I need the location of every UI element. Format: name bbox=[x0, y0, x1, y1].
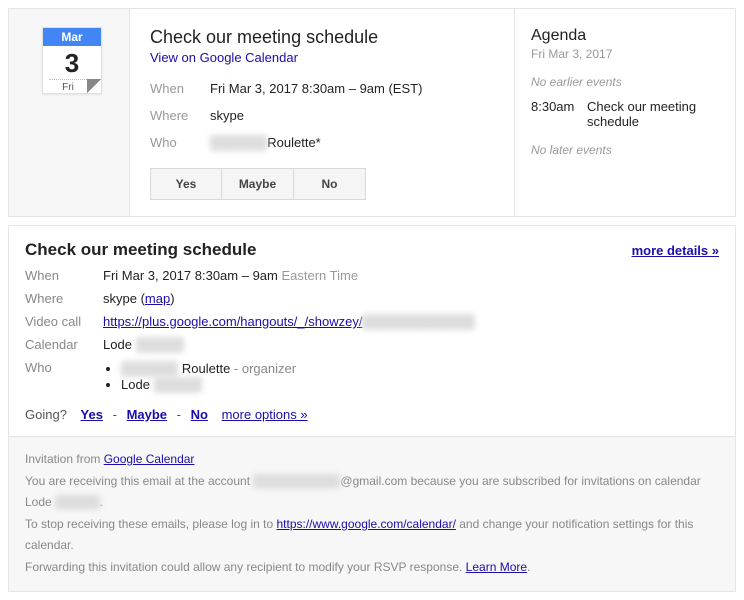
detail-when-label: When bbox=[25, 268, 103, 283]
going-yes-link[interactable]: Yes bbox=[81, 407, 103, 422]
who-item-1: ██████ Roulette - organizer bbox=[121, 361, 719, 376]
where-value: skype bbox=[210, 108, 244, 123]
date-month: Mar bbox=[43, 28, 101, 46]
footer-email-redacted: ██████████ bbox=[253, 474, 340, 488]
agenda-heading: Agenda bbox=[531, 27, 719, 45]
when-row: When Fri Mar 3, 2017 8:30am – 9am (EST) bbox=[150, 81, 494, 96]
detail-when-row: When Fri Mar 3, 2017 8:30am – 9am Easter… bbox=[25, 268, 719, 283]
google-calendar-link[interactable]: Google Calendar bbox=[104, 452, 195, 466]
who-value: ██████Roulette* bbox=[210, 135, 321, 150]
sep-1: - bbox=[113, 407, 117, 422]
agenda-event-row[interactable]: 8:30am Check our meeting schedule bbox=[531, 99, 719, 129]
footer-line-2: You are receiving this email at the acco… bbox=[25, 471, 719, 514]
view-on-calendar-link[interactable]: View on Google Calendar bbox=[150, 50, 298, 65]
date-weekday: Fri bbox=[49, 79, 87, 93]
agenda-event-time: 8:30am bbox=[531, 99, 587, 129]
learn-more-link[interactable]: Learn More bbox=[466, 560, 527, 574]
detail-who-value: ██████ Roulette - organizer Lode █████ bbox=[103, 360, 719, 393]
video-url-text: https://plus.google.com/hangouts/_/showz… bbox=[103, 314, 362, 329]
calendar-settings-link[interactable]: https://www.google.com/calendar/ bbox=[276, 517, 455, 531]
footer-l4a: Forwarding this invitation could allow a… bbox=[25, 560, 466, 574]
agenda-no-earlier: No earlier events bbox=[531, 75, 719, 89]
footer-l2c: . bbox=[100, 495, 103, 509]
date-weekday-row: Fri bbox=[43, 79, 101, 93]
detail-who-label: Who bbox=[25, 360, 103, 393]
detail-video-value: https://plus.google.com/hangouts/_/showz… bbox=[103, 314, 719, 329]
detail-where-value: skype (map) bbox=[103, 291, 719, 306]
detail-calendar-value: Lode █████ bbox=[103, 337, 719, 352]
invite-footer: Invitation from Google Calendar You are … bbox=[9, 436, 735, 591]
detail-calendar-row: Calendar Lode █████ bbox=[25, 337, 719, 352]
agenda-date: Fri Mar 3, 2017 bbox=[531, 47, 719, 61]
detail-video-row: Video call https://plus.google.com/hango… bbox=[25, 314, 719, 329]
footer-l3a: To stop receiving these emails, please l… bbox=[25, 517, 276, 531]
detail-who-row: Who ██████ Roulette - organizer Lode ███… bbox=[25, 360, 719, 393]
where-row: Where skype bbox=[150, 108, 494, 123]
date-tile: Mar 3 Fri bbox=[42, 27, 102, 94]
rsvp-buttons: Yes Maybe No bbox=[150, 168, 494, 200]
who-row: Who ██████Roulette* bbox=[150, 135, 494, 150]
who-redacted: ██████ bbox=[210, 135, 267, 150]
video-url-redacted: ████████████ bbox=[362, 314, 475, 329]
footer-line-4: Forwarding this invitation could allow a… bbox=[25, 557, 719, 579]
who-item-2: Lode █████ bbox=[121, 377, 719, 392]
who1-redacted: ██████ bbox=[121, 361, 178, 376]
map-link[interactable]: map bbox=[145, 291, 170, 306]
rsvp-no-button[interactable]: No bbox=[294, 168, 366, 200]
detail-when-value: Fri Mar 3, 2017 8:30am – 9am Eastern Tim… bbox=[103, 268, 719, 283]
who1-name: Roulette bbox=[178, 361, 230, 376]
who-label: Who bbox=[150, 135, 210, 150]
detail-where-label: Where bbox=[25, 291, 103, 306]
detail-calendar-label: Calendar bbox=[25, 337, 103, 352]
rsvp-yes-button[interactable]: Yes bbox=[150, 168, 222, 200]
agenda-event-title: Check our meeting schedule bbox=[587, 99, 719, 129]
footer-line-1: Invitation from Google Calendar bbox=[25, 449, 719, 471]
who-name: Roulette* bbox=[267, 135, 320, 150]
invite-summary-card: Mar 3 Fri Check our meeting schedule Vie… bbox=[8, 8, 736, 217]
detail-map-open: ( bbox=[137, 291, 145, 306]
detail-where-text: skype bbox=[103, 291, 137, 306]
detail-header: Check our meeting schedule more details … bbox=[25, 240, 719, 260]
going-label: Going? bbox=[25, 407, 67, 422]
agenda-column: Agenda Fri Mar 3, 2017 No earlier events… bbox=[515, 9, 735, 216]
footer-l1a: Invitation from bbox=[25, 452, 104, 466]
who2-name: Lode bbox=[121, 377, 154, 392]
going-row: Going? Yes - Maybe - No more options » bbox=[25, 407, 719, 422]
footer-l2a: You are receiving this email at the acco… bbox=[25, 474, 253, 488]
who2-redacted: █████ bbox=[154, 377, 202, 392]
detail-video-label: Video call bbox=[25, 314, 103, 329]
more-details-link[interactable]: more details » bbox=[632, 243, 719, 258]
who1-role: - organizer bbox=[230, 361, 296, 376]
date-day: 3 bbox=[43, 46, 101, 79]
footer-cal-owner-redacted: █████ bbox=[55, 495, 100, 509]
sep-2: - bbox=[177, 407, 181, 422]
who-list: ██████ Roulette - organizer Lode █████ bbox=[103, 361, 719, 392]
detail-when-tz: Eastern Time bbox=[281, 268, 358, 283]
video-call-link[interactable]: https://plus.google.com/hangouts/_/showz… bbox=[103, 314, 475, 329]
going-no-link[interactable]: No bbox=[191, 407, 208, 422]
agenda-no-later: No later events bbox=[531, 143, 719, 157]
page-fold-icon bbox=[87, 79, 101, 93]
date-column: Mar 3 Fri bbox=[9, 9, 129, 216]
calendar-owner-name: Lode bbox=[103, 337, 136, 352]
where-label: Where bbox=[150, 108, 210, 123]
calendar-owner-redacted: █████ bbox=[136, 337, 184, 352]
when-label: When bbox=[150, 81, 210, 96]
detail-where-row: Where skype (map) bbox=[25, 291, 719, 306]
detail-title: Check our meeting schedule bbox=[25, 240, 256, 260]
event-main-column: Check our meeting schedule View on Googl… bbox=[129, 9, 515, 216]
event-title: Check our meeting schedule bbox=[150, 27, 494, 48]
detail-when-text: Fri Mar 3, 2017 8:30am – 9am bbox=[103, 268, 281, 283]
rsvp-maybe-button[interactable]: Maybe bbox=[222, 168, 294, 200]
going-maybe-link[interactable]: Maybe bbox=[127, 407, 167, 422]
more-options-link[interactable]: more options » bbox=[222, 407, 308, 422]
detail-map-close: ) bbox=[170, 291, 174, 306]
footer-line-3: To stop receiving these emails, please l… bbox=[25, 514, 719, 557]
invite-detail-card: Check our meeting schedule more details … bbox=[8, 225, 736, 592]
when-value: Fri Mar 3, 2017 8:30am – 9am (EST) bbox=[210, 81, 422, 96]
footer-l4c: . bbox=[527, 560, 530, 574]
